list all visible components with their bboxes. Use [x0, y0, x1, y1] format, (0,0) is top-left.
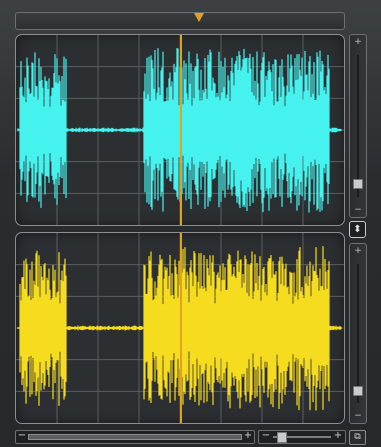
scroll-right-icon[interactable]: +	[243, 430, 253, 441]
overlap-squares-icon[interactable]: ⧉	[349, 430, 366, 445]
waveform-top-svg	[16, 35, 344, 225]
zoom-in-icon[interactable]: +	[350, 37, 366, 47]
zoom-out-icon[interactable]: −	[350, 411, 366, 421]
horizontal-scroll-thumb[interactable]	[28, 434, 242, 440]
horizontal-zoom-slider[interactable]: − +	[258, 430, 346, 444]
timeline-ruler[interactable]	[15, 12, 345, 30]
triangle-down-icon[interactable]	[194, 13, 204, 22]
up-down-arrows-icon[interactable]: ⬍	[349, 221, 366, 238]
vertical-zoom-thumb[interactable]	[353, 179, 363, 189]
zoom-out-icon[interactable]: −	[350, 205, 366, 215]
vertical-zoom-track	[357, 264, 359, 403]
vertical-zoom-bottom[interactable]: + −	[349, 243, 367, 424]
vertical-zoom-thumb[interactable]	[353, 386, 363, 396]
horizontal-scrollbar[interactable]: − +	[15, 430, 255, 444]
vertical-zoom-top[interactable]: + −	[349, 34, 367, 218]
waveform-bottom-svg	[16, 233, 344, 423]
vertical-zoom-track	[357, 55, 359, 197]
audio-editor: + − ⬍ + − − + − + ⧉	[0, 0, 381, 447]
waveform-panel-bottom[interactable]	[15, 232, 345, 424]
scroll-left-icon[interactable]: −	[17, 430, 27, 441]
waveform	[17, 246, 342, 411]
zoom-out-icon[interactable]: −	[261, 430, 271, 441]
zoom-in-icon[interactable]: +	[333, 430, 343, 441]
zoom-knob[interactable]	[277, 432, 287, 443]
waveform	[17, 48, 342, 213]
waveform-panel-top[interactable]	[15, 34, 345, 226]
zoom-in-icon[interactable]: +	[350, 246, 366, 256]
